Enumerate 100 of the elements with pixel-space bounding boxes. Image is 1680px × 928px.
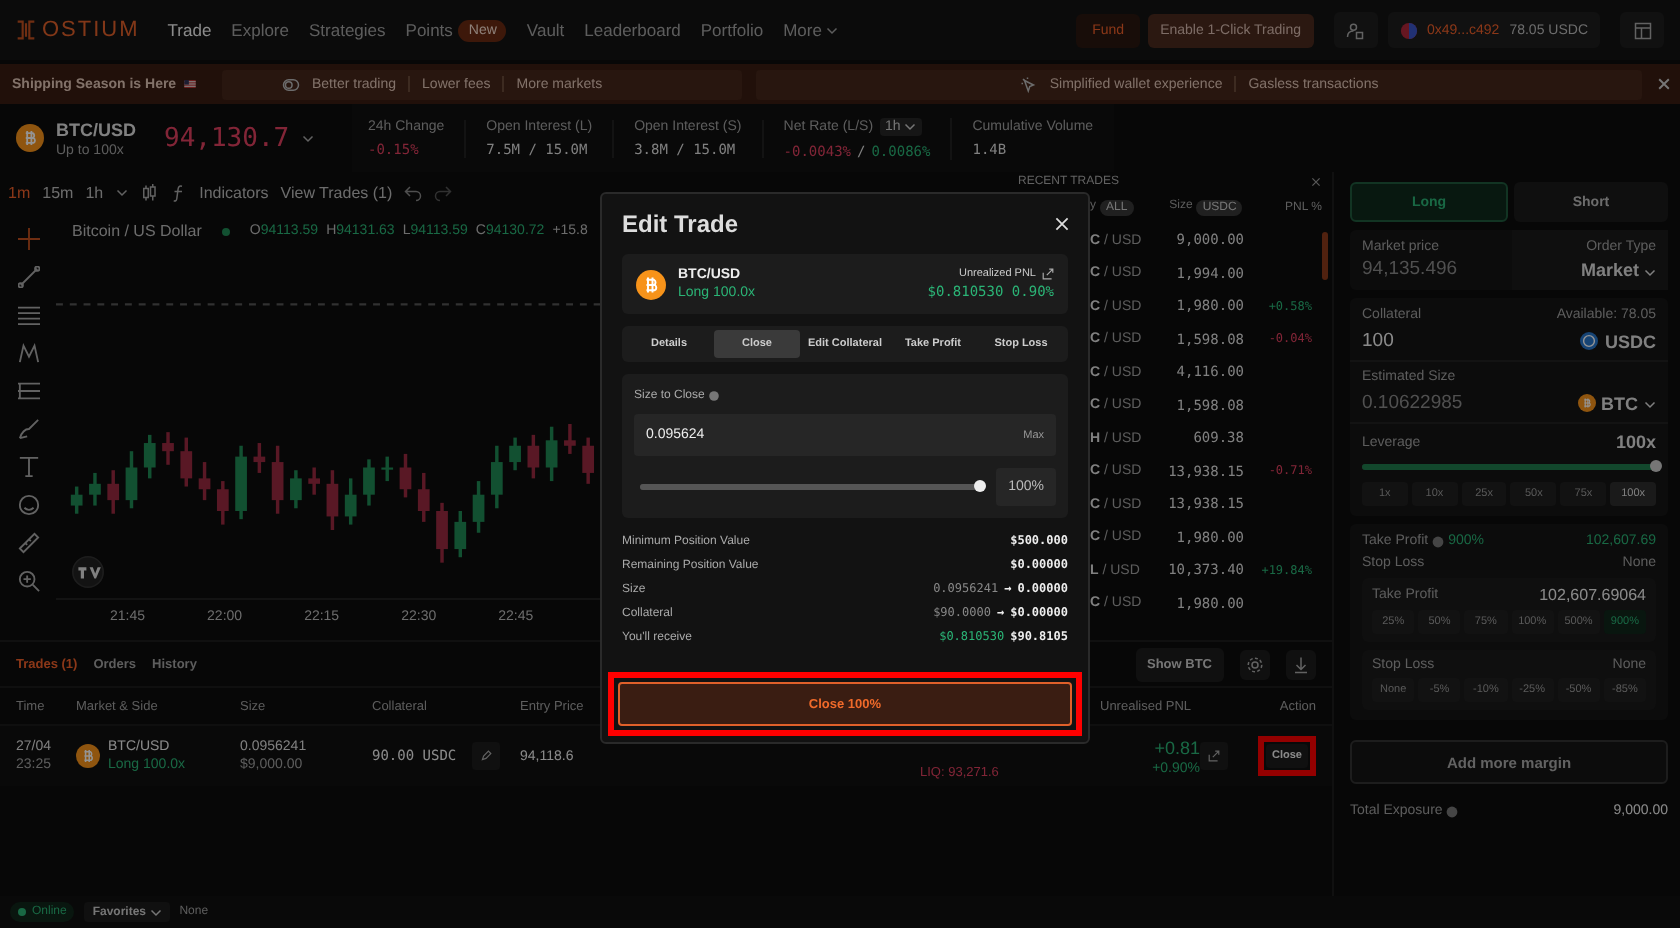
edit-button[interactable]: [472, 742, 500, 770]
chevron-down-icon[interactable]: [301, 132, 314, 144]
token-label: USDC: [1604, 331, 1656, 351]
candlestick: [162, 432, 174, 465]
leverage-slider[interactable]: [1362, 464, 1656, 470]
download-icon: [1292, 655, 1310, 673]
candlestick: [180, 437, 193, 487]
pencil-icon: [480, 750, 492, 762]
candlestick: [198, 462, 211, 501]
candlestick: [454, 511, 467, 558]
candlestick: [271, 445, 284, 514]
pattern-icon[interactable]: [17, 342, 39, 364]
candlestick: [582, 437, 594, 484]
trend-line-icon[interactable]: [17, 266, 39, 288]
profile-button[interactable]: [1333, 12, 1377, 48]
dialog-title: Edit Trade: [622, 210, 739, 238]
usdc-icon: [1580, 332, 1599, 350]
nav-link[interactable]: Vault: [526, 20, 565, 40]
nav-link[interactable]: Trade: [167, 20, 212, 40]
bitcoin-icon: [16, 124, 44, 152]
candlestick: [381, 456, 394, 482]
wallet-avatar-icon: [1399, 21, 1417, 39]
market-price: 94,130.7: [164, 123, 290, 153]
nav-link[interactable]: More: [783, 20, 838, 40]
candlestick: [399, 453, 412, 498]
candlestick: [107, 470, 120, 514]
market-pair[interactable]: BTC/USD: [56, 119, 136, 139]
candlestick: [344, 478, 357, 525]
timeframe-tab[interactable]: 15m: [42, 183, 74, 201]
chevron-down-icon: [1644, 265, 1656, 278]
info-icon[interactable]: [1432, 535, 1445, 547]
candlestick: [472, 481, 485, 533]
ruler-icon[interactable]: [17, 532, 39, 554]
candlestick: [70, 486, 83, 514]
size-slider[interactable]: [640, 484, 981, 490]
candlestick: [417, 472, 430, 522]
bitcoin-icon: [1577, 394, 1595, 412]
estimated-size: 0.10622985: [1362, 392, 1463, 414]
info-icon[interactable]: [1446, 805, 1459, 817]
chart-logo-icon: [72, 556, 104, 588]
share-button[interactable]: [1200, 742, 1228, 770]
chart-title: Bitcoin / US Dollar: [72, 222, 202, 240]
candlestick: [326, 470, 339, 531]
nav-link[interactable]: Explore: [231, 20, 289, 40]
crosshair-icon[interactable]: [17, 228, 39, 250]
info-icon[interactable]: [708, 390, 721, 402]
chevron-down-icon: [1644, 397, 1656, 409]
undo-icon[interactable]: [404, 183, 423, 201]
brush-icon[interactable]: [17, 418, 39, 440]
candlestick: [436, 502, 448, 563]
chevron-down-icon: [149, 905, 162, 918]
candlestick: [564, 424, 576, 454]
chevron-down-icon[interactable]: [115, 186, 128, 198]
smiley-icon[interactable]: [17, 494, 39, 516]
candlestick: [125, 451, 138, 509]
candlestick: [308, 467, 320, 495]
order-type-dropdown[interactable]: Market: [1580, 260, 1656, 280]
function-icon[interactable]: [169, 183, 188, 201]
nav-link[interactable]: Leaderboard: [584, 20, 681, 40]
candlestick: [490, 445, 503, 509]
candlestick: [545, 426, 558, 482]
nav-link[interactable]: Portfolio: [700, 20, 764, 40]
logo-icon: [16, 20, 36, 40]
layout-button[interactable]: [1620, 12, 1664, 48]
brand-logo[interactable]: OSTIUM: [42, 18, 140, 42]
text-tool-icon[interactable]: [17, 456, 39, 478]
toggle-icon: [282, 75, 300, 93]
timeframe-tab[interactable]: 1h: [85, 183, 104, 201]
candlestick: [509, 437, 521, 471]
bitcoin-icon: [76, 744, 100, 768]
candle-type-icon[interactable]: [139, 183, 158, 201]
timeframe-tab[interactable]: 1m: [8, 183, 31, 201]
token-dropdown[interactable]: BTC: [1577, 393, 1656, 413]
settings-button[interactable]: [1240, 649, 1270, 679]
candlestick: [216, 481, 229, 525]
trigger-value: 102,607.69064: [1539, 586, 1646, 604]
bitcoin-icon: [636, 269, 666, 299]
view-trades-button[interactable]: View Trades (1): [280, 183, 393, 201]
user-icon: [1346, 21, 1364, 39]
candlestick: [363, 459, 375, 506]
nav-link[interactable]: Strategies: [309, 20, 386, 40]
ruler-lines-icon[interactable]: [17, 380, 39, 402]
candlestick: [89, 472, 101, 506]
scrollbar[interactable]: [1322, 232, 1328, 280]
cursor-icon: [1019, 75, 1038, 93]
collateral-input[interactable]: 100: [1362, 330, 1394, 352]
parallel-lines-icon[interactable]: [17, 304, 39, 326]
chevron-down-icon: [904, 119, 917, 132]
share-icon[interactable]: [1042, 268, 1054, 280]
zoom-in-icon[interactable]: [17, 570, 39, 592]
candlestick: [527, 434, 540, 479]
status-dot: [221, 227, 230, 235]
indicators-button[interactable]: Indicators: [199, 183, 269, 201]
leverage-value: 100x: [1615, 432, 1656, 452]
market-price-value: 94,135.496: [1362, 258, 1458, 280]
download-button[interactable]: [1286, 649, 1316, 679]
nav-link[interactable]: Points: [405, 20, 453, 40]
candlestick: [290, 470, 302, 509]
unrealised-pnl: +0.81: [1154, 737, 1200, 757]
share-icon: [1208, 750, 1220, 762]
